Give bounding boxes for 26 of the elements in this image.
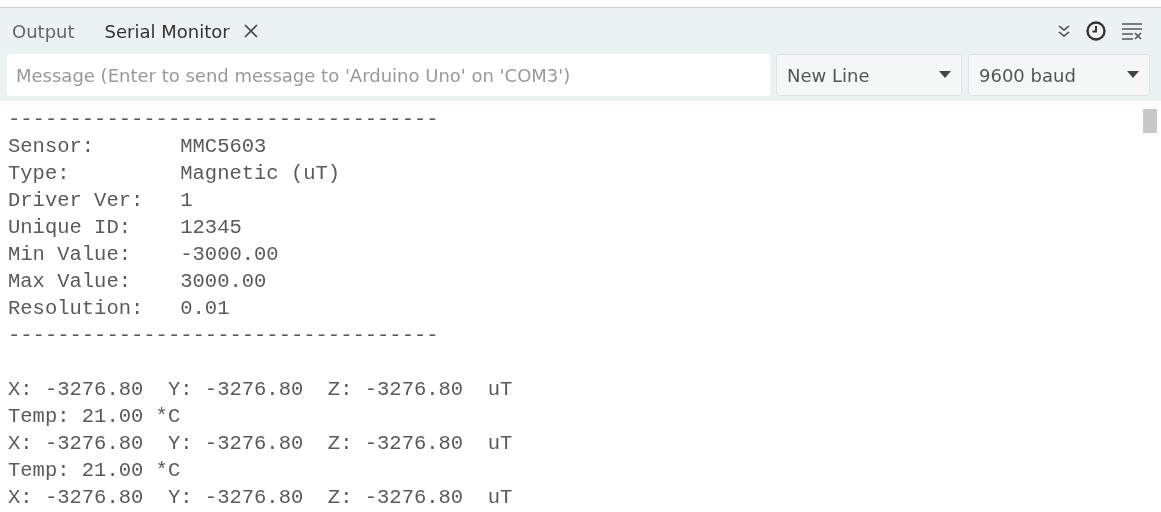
output-line: Min Value: -3000.00 <box>8 242 279 268</box>
output-line: X: -3276.80 Y: -3276.80 Z: -3276.80 uT <box>8 485 513 511</box>
output-line: ----------------------------------- <box>8 107 439 133</box>
output-line: ----------------------------------- <box>8 323 439 349</box>
panel-tab[interactable]: Output <box>12 20 75 42</box>
output-line: Resolution: 0.01 <box>8 296 230 322</box>
baud-rate-dropdown[interactable]: 9600 baud <box>968 54 1150 96</box>
double-chevron-down-icon[interactable] <box>1057 24 1071 38</box>
caret-icon <box>1127 71 1139 79</box>
panel-tab[interactable]: Serial Monitor <box>104 20 258 42</box>
output-line: Type: Magnetic (uT) <box>8 161 341 187</box>
output-line: Unique ID: 12345 <box>8 215 242 241</box>
message-input[interactable]: Message (Enter to send message to 'Arduino Uno' on 'COM3') <box>7 54 770 96</box>
output-line: X: -3276.80 Y: -3276.80 Z: -3276.80 uT <box>8 431 513 457</box>
output-line: X: -3276.80 Y: -3276.80 Z: -3276.80 uT <box>8 377 513 403</box>
output-line: Temp: 21.00 *C <box>8 458 181 484</box>
output-line: Driver Ver: 1 <box>8 188 193 214</box>
scrollbar-thumb[interactable] <box>1143 109 1157 133</box>
output-line: Max Value: 3000.00 <box>8 269 267 295</box>
close-icon[interactable] <box>243 24 258 38</box>
clear-output-icon[interactable] <box>1121 22 1143 40</box>
caret-icon <box>939 71 951 79</box>
output-line: Temp: 21.00 *C <box>8 404 181 430</box>
output-line: Sensor: MMC5603 <box>8 134 267 160</box>
clock-icon[interactable] <box>1085 20 1107 42</box>
line-ending-dropdown[interactable]: New Line <box>776 54 962 96</box>
